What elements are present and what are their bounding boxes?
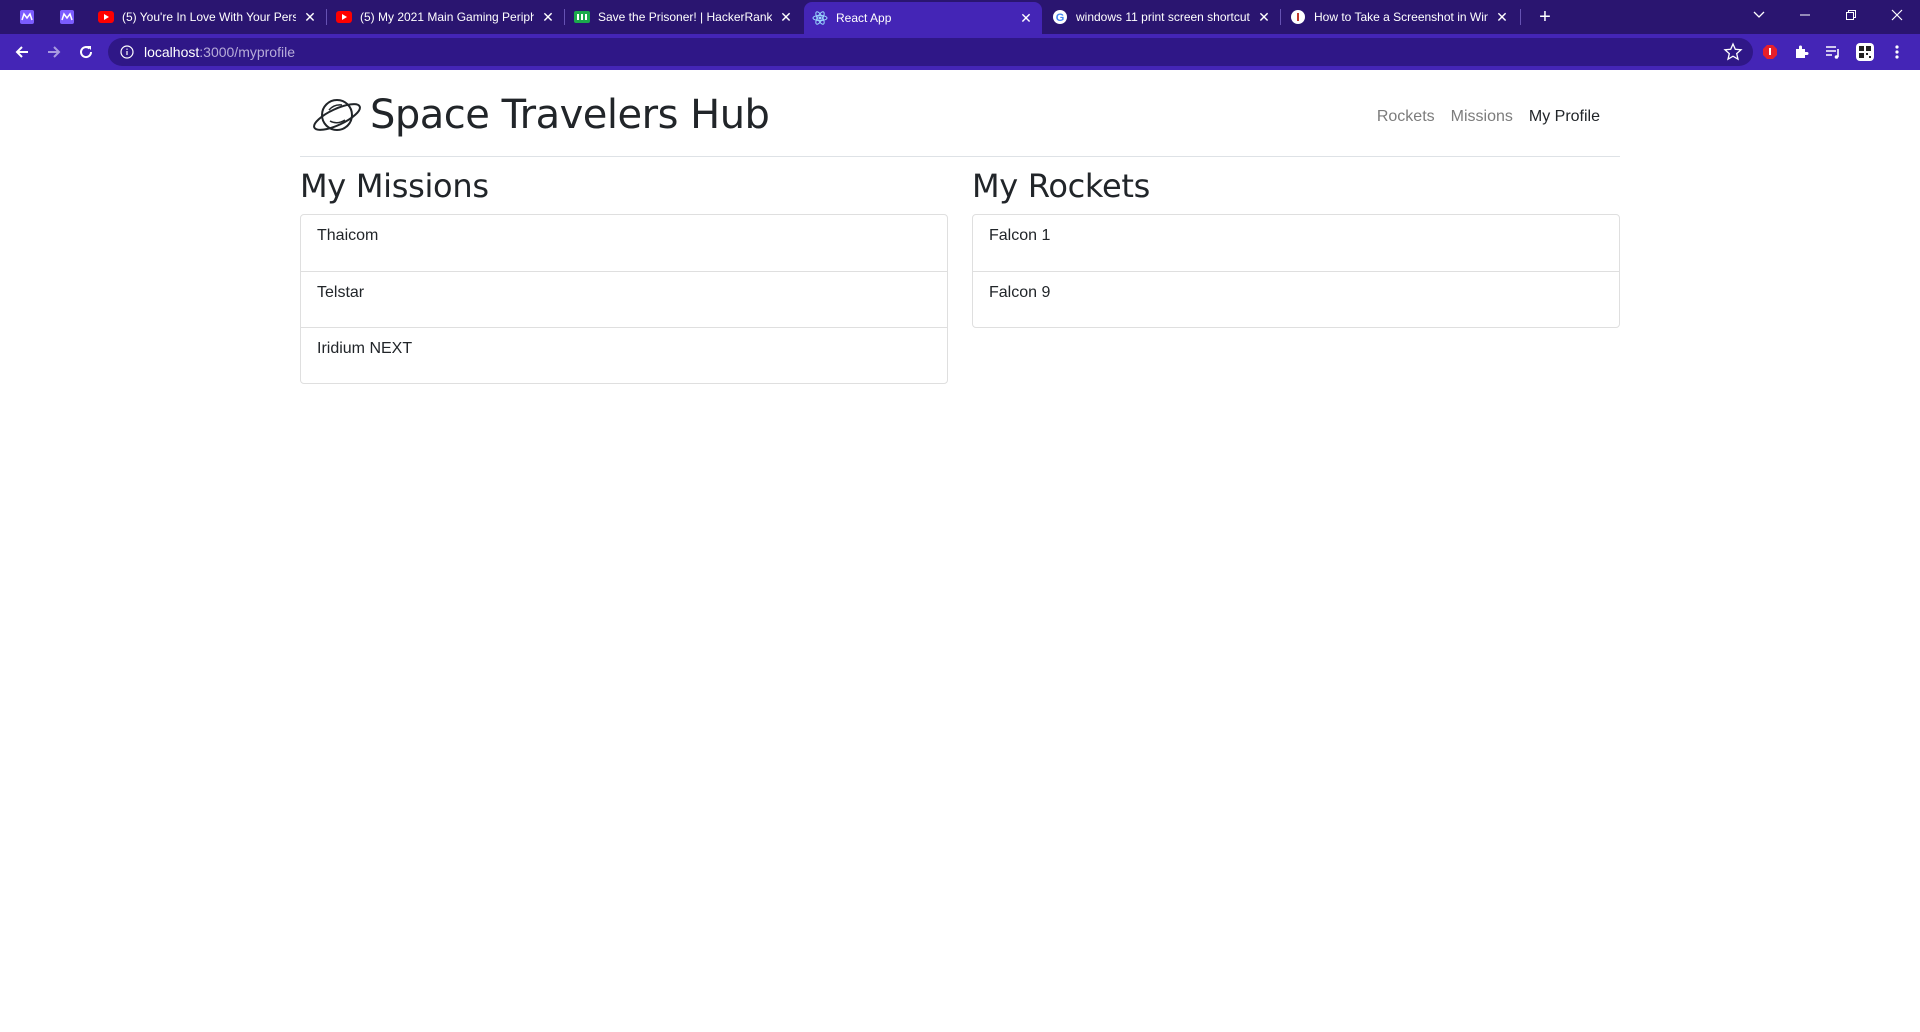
list-item: Falcon 9: [973, 271, 1619, 327]
forward-button[interactable]: [42, 40, 66, 64]
new-tab-button[interactable]: +: [1533, 5, 1557, 29]
close-icon[interactable]: ✕: [540, 9, 556, 26]
youtube-icon: [336, 9, 352, 25]
hand-stop-icon: [1763, 45, 1777, 59]
tab-divider: [564, 9, 565, 25]
adblock-extension[interactable]: [1760, 42, 1780, 62]
planet-icon: [313, 99, 361, 131]
tab-title: React App: [836, 11, 892, 25]
tab-pinned-1[interactable]: [8, 2, 46, 32]
brand-name: Space Travelers Hub: [370, 92, 770, 138]
tab-google[interactable]: G windows 11 print screen shortcut ✕: [1044, 2, 1280, 32]
close-window-button[interactable]: [1874, 0, 1920, 30]
tab-search-button[interactable]: [1736, 0, 1782, 30]
tab-title: windows 11 print screen shortcut: [1076, 10, 1250, 24]
reading-list-button[interactable]: [1823, 42, 1843, 62]
tab-title: (5) You're In Love With Your Pers: [122, 10, 296, 24]
reload-button[interactable]: [74, 40, 98, 64]
star-icon[interactable]: [1723, 42, 1743, 62]
tab-pinned-2[interactable]: [48, 2, 86, 32]
chevron-down-icon: [1753, 11, 1765, 18]
browser-tab-strip: (5) You're In Love With Your Pers ✕ (5) …: [0, 0, 1920, 34]
react-icon: [812, 10, 828, 26]
my-rockets-section: My Rockets Falcon 1 Falcon 9: [972, 166, 1620, 328]
address-bar[interactable]: localhost:3000/myprofile: [108, 38, 1753, 66]
puzzle-icon: [1796, 45, 1809, 58]
minimize-button[interactable]: [1782, 0, 1828, 30]
tab-howto[interactable]: How to Take a Screenshot in Win ✕: [1282, 2, 1518, 32]
list-item: Thaicom: [317, 227, 379, 244]
section-heading: My Rockets: [972, 167, 1150, 205]
missions-list: Thaicom Telstar Iridium NEXT: [300, 214, 948, 384]
list-item: Telstar: [301, 271, 947, 327]
info-icon: [1290, 9, 1306, 25]
nav-link-missions[interactable]: Missions: [1451, 108, 1513, 126]
google-icon: G: [1052, 9, 1068, 25]
tab-youtube-1[interactable]: (5) You're In Love With Your Pers ✕: [90, 2, 326, 32]
rockets-list: Falcon 1 Falcon 9: [972, 214, 1620, 328]
tab-title: (5) My 2021 Main Gaming Periph: [360, 10, 534, 24]
browser-toolbar: localhost:3000/myprofile: [0, 34, 1920, 70]
playlist-icon: [1826, 46, 1839, 59]
my-missions-section: My Missions Thaicom Telstar Iridium NEXT: [300, 166, 948, 384]
profile-avatar[interactable]: [1855, 42, 1875, 62]
tab-divider: [326, 9, 327, 25]
avatar-icon: [1856, 43, 1874, 61]
kebab-menu-icon: [1895, 45, 1899, 59]
nav-link-my-profile[interactable]: My Profile: [1529, 108, 1600, 126]
section-heading: My Missions: [300, 167, 489, 205]
page-content: Space Travelers Hub Rockets Missions My …: [0, 70, 1920, 1032]
menu-button[interactable]: [1887, 42, 1907, 62]
app-container: Space Travelers Hub Rockets Missions My …: [300, 70, 1620, 384]
close-icon[interactable]: ✕: [1018, 10, 1034, 27]
brand[interactable]: Space Travelers Hub: [310, 88, 770, 142]
restore-icon: [1846, 10, 1856, 20]
url-host: localhost: [144, 44, 200, 60]
url-text: localhost:3000/myprofile: [144, 44, 295, 60]
purple-m-icon: [59, 9, 75, 25]
close-icon[interactable]: ✕: [1494, 9, 1510, 26]
arrow-left-icon: [15, 46, 28, 58]
close-icon: [1891, 9, 1903, 21]
tab-title: How to Take a Screenshot in Win: [1314, 10, 1488, 24]
nav-link-rockets[interactable]: Rockets: [1377, 108, 1435, 126]
tab-divider: [1520, 9, 1521, 25]
back-button[interactable]: [10, 40, 34, 64]
reload-icon: [80, 46, 93, 59]
restore-button[interactable]: [1828, 0, 1874, 30]
svg-text:G: G: [1056, 12, 1065, 24]
site-header: Space Travelers Hub Rockets Missions My …: [300, 70, 1620, 157]
main-nav: Rockets Missions My Profile: [1377, 108, 1600, 126]
url-path: :3000/myprofile: [199, 44, 295, 60]
tab-divider: [1280, 9, 1281, 25]
tab-title: Save the Prisoner! | HackerRank: [598, 10, 772, 24]
info-icon[interactable]: [120, 45, 134, 59]
purple-m-icon: [19, 9, 35, 25]
youtube-icon: [98, 9, 114, 25]
tab-react-app[interactable]: React App ✕: [804, 2, 1042, 34]
arrow-right-icon: [48, 46, 61, 58]
list-item: Falcon 1: [989, 227, 1051, 244]
close-icon[interactable]: ✕: [1256, 9, 1272, 26]
tab-youtube-2[interactable]: (5) My 2021 Main Gaming Periph ✕: [328, 2, 564, 32]
minimize-icon: [1800, 14, 1810, 16]
hackerrank-icon: [574, 9, 590, 25]
list-item: Iridium NEXT: [301, 327, 947, 383]
close-icon[interactable]: ✕: [302, 9, 318, 26]
close-icon[interactable]: ✕: [778, 9, 794, 26]
extensions-button[interactable]: [1791, 42, 1811, 62]
tab-hackerrank[interactable]: Save the Prisoner! | HackerRank ✕: [566, 2, 802, 32]
